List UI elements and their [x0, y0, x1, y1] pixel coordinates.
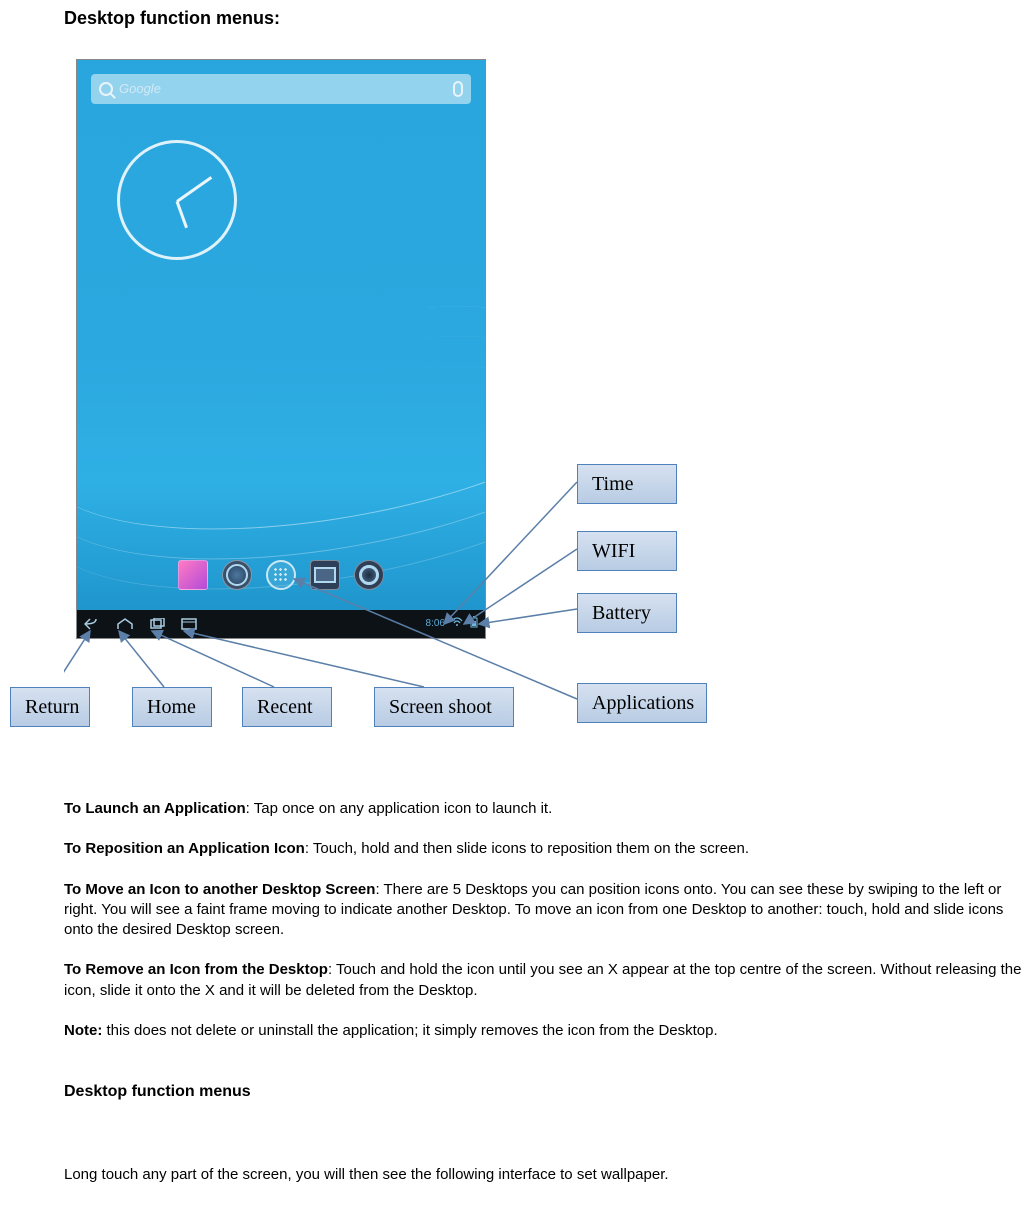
wifi-icon [451, 617, 463, 632]
screenshot-icon[interactable] [179, 617, 199, 631]
callout-applications: Applications [577, 683, 707, 723]
home-icon[interactable] [115, 617, 135, 631]
move-heading: To Move an Icon to another Desktop Scree… [64, 881, 375, 898]
callout-battery: Battery [577, 593, 677, 633]
reposition-heading: To Reposition an Application Icon [64, 840, 305, 857]
callout-home: Home [132, 687, 212, 727]
camera-icon[interactable] [354, 560, 384, 590]
remove-heading: To Remove an Icon from the Desktop [64, 961, 328, 978]
clock-widget[interactable] [117, 140, 237, 260]
recent-icon[interactable] [147, 617, 167, 631]
battery-icon [469, 616, 479, 633]
browser-icon[interactable] [222, 560, 252, 590]
launch-text: : Tap once on any application icon to la… [246, 800, 553, 817]
return-icon[interactable] [83, 617, 103, 631]
callout-time: Time [577, 464, 677, 504]
callout-return: Return [10, 687, 90, 727]
time-indicator: 8:06 [426, 617, 445, 631]
subheading: Desktop function menus [64, 1081, 1026, 1103]
callout-recent: Recent [242, 687, 332, 727]
navbar: 8:06 [77, 610, 485, 638]
note-heading: Note: [64, 1022, 102, 1039]
search-bar[interactable]: Google [91, 74, 471, 104]
callout-wifi: WIFI [577, 531, 677, 571]
callout-screenshoot: Screen shoot [374, 687, 514, 727]
reposition-text: : Touch, hold and then slide icons to re… [305, 840, 749, 857]
search-icon [99, 82, 113, 96]
launch-heading: To Launch an Application [64, 800, 246, 817]
page-title: Desktop function menus: [64, 6, 1026, 31]
tablet-screenshot: Google [76, 59, 486, 639]
search-placeholder: Google [119, 80, 161, 98]
widget-icon[interactable] [310, 560, 340, 590]
dock [77, 560, 485, 590]
mic-icon[interactable] [453, 81, 463, 97]
instructions: To Launch an Application: Tap once on an… [64, 799, 1026, 1041]
annotated-screenshot: Google [64, 59, 1026, 779]
note-text: this does not delete or uninstall the ap… [102, 1022, 717, 1039]
apps-icon[interactable] [266, 560, 296, 590]
trailing-text: Long touch any part of the screen, you w… [64, 1164, 1026, 1185]
gallery-icon[interactable] [178, 560, 208, 590]
